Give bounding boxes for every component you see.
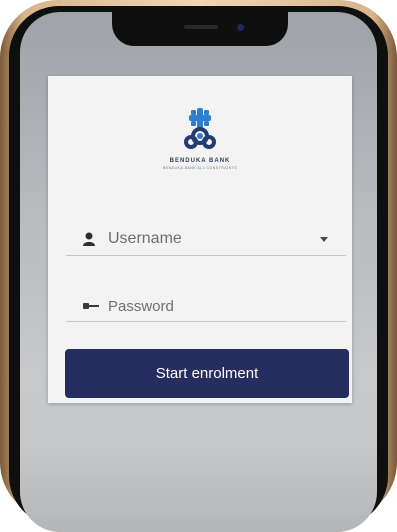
phone-notch (112, 12, 288, 46)
login-card: BENDUKA BANK BENDUKA BANK ALL CONSTRAINT… (48, 76, 352, 403)
brand-logo: BENDUKA BANK BENDUKA BANK ALL CONSTRAINT… (48, 106, 352, 170)
brand-tagline: BENDUKA BANK ALL CONSTRAINTS (162, 166, 238, 170)
username-placeholder: Username (108, 230, 182, 247)
brand-name: BENDUKA BANK (169, 158, 231, 164)
password-field[interactable]: Password (66, 293, 346, 322)
phone-screen: BENDUKA BANK BENDUKA BANK ALL CONSTRAINT… (20, 12, 377, 532)
start-enrolment-button[interactable]: Start enrolment (65, 349, 349, 398)
screen-bottom-shade (20, 442, 377, 532)
speaker-grille (184, 25, 218, 29)
username-field[interactable]: Username (66, 227, 346, 256)
key-icon (83, 303, 99, 309)
caret-down-icon[interactable] (320, 237, 328, 242)
front-camera-icon (237, 24, 244, 31)
user-icon (83, 232, 95, 246)
benduka-bank-logo-icon (184, 108, 216, 149)
password-placeholder: Password (108, 298, 174, 315)
